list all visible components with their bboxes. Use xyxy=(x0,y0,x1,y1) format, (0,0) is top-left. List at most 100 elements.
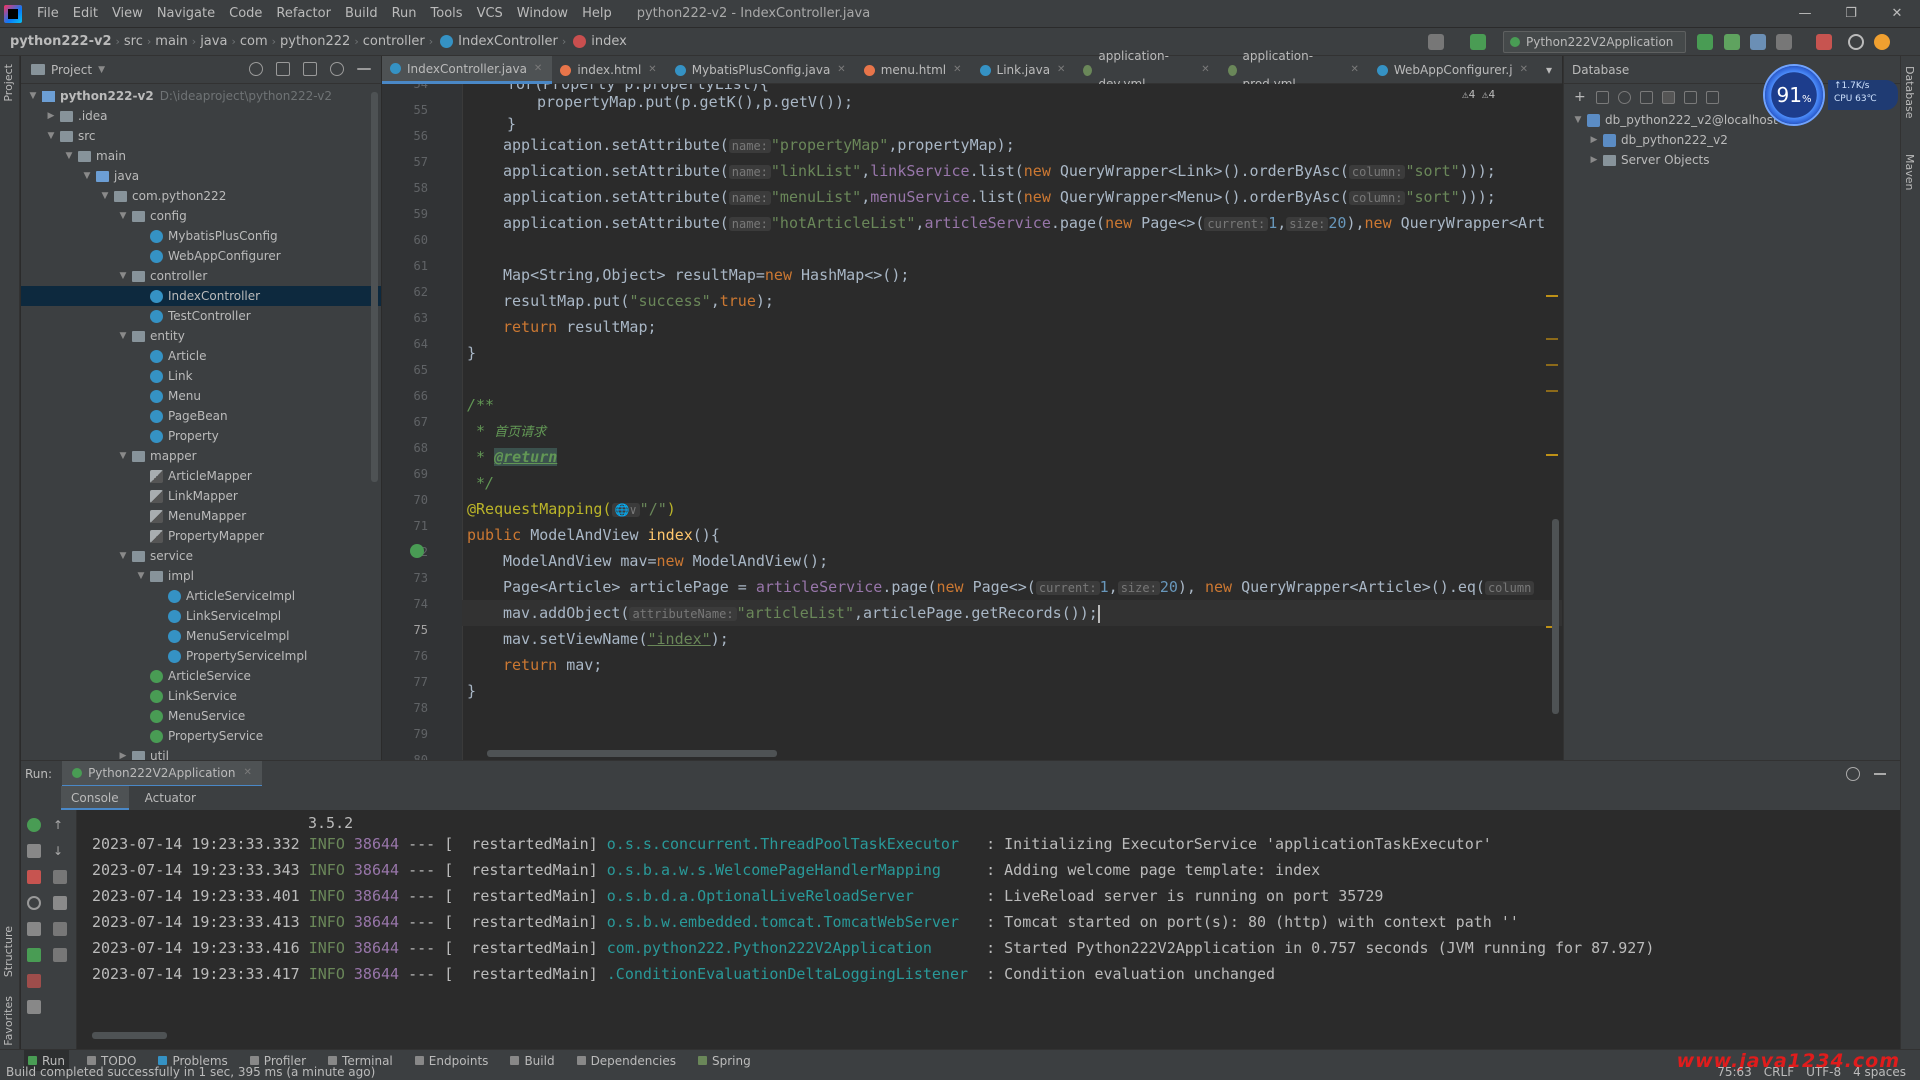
updates-icon[interactable] xyxy=(1874,34,1890,50)
db-item-server-objects[interactable]: ▶ Server Objects xyxy=(1564,150,1900,170)
camera-icon[interactable] xyxy=(27,922,41,936)
close-icon[interactable]: ✕ xyxy=(953,56,961,84)
tree-item-link[interactable]: Link xyxy=(21,366,381,386)
build-hammer-icon[interactable] xyxy=(1470,34,1486,50)
tree-item-articleserviceimpl[interactable]: ArticleServiceImpl xyxy=(21,586,381,606)
breadcrumb-method[interactable]: index xyxy=(566,34,631,49)
arrow-up-icon[interactable]: ↑ xyxy=(53,818,67,832)
tree-item-service[interactable]: ▼ service xyxy=(21,546,381,566)
wrench-icon[interactable] xyxy=(27,844,41,858)
stop-icon[interactable] xyxy=(1662,90,1675,104)
menu-window[interactable]: Window xyxy=(510,0,575,28)
project-panel-title[interactable]: Project xyxy=(51,63,92,77)
run-tab-python222v2application[interactable]: Python222V2Application ✕ xyxy=(62,760,262,787)
chevron-down-icon[interactable]: ▼ xyxy=(117,546,129,566)
rerun-icon[interactable] xyxy=(1697,34,1713,50)
menu-help[interactable]: Help xyxy=(575,0,619,28)
run-method-gutter-icon[interactable] xyxy=(410,544,424,558)
properties-icon[interactable] xyxy=(1640,90,1653,104)
tree-item-linkmapper[interactable]: LinkMapper xyxy=(21,486,381,506)
exit-icon[interactable] xyxy=(27,974,41,988)
chevron-down-icon[interactable]: ▼ xyxy=(117,266,129,286)
close-icon[interactable]: ✕ xyxy=(1057,56,1065,84)
caret-position[interactable]: 75:63 xyxy=(1717,1065,1752,1079)
tree-item-article[interactable]: Article xyxy=(21,346,381,366)
tree-item-menuserviceimpl[interactable]: MenuServiceImpl xyxy=(21,626,381,646)
tree-item-main[interactable]: ▼ main xyxy=(21,146,381,166)
chevron-right-icon[interactable]: ▶ xyxy=(1588,150,1600,170)
editor-tab-index-html[interactable]: index.html ✕ xyxy=(552,56,666,84)
chevron-down-icon[interactable]: ▼ xyxy=(45,126,57,146)
tree-item-pagebean[interactable]: PageBean xyxy=(21,406,381,426)
add-icon[interactable]: + xyxy=(1574,90,1587,104)
restart-icon[interactable] xyxy=(27,896,41,910)
code-editor[interactable]: 5455565758596061626364656667686970717273… xyxy=(382,84,1562,760)
breadcrumb-python222[interactable]: python222 xyxy=(276,34,354,49)
close-icon[interactable]: ✕ xyxy=(1874,0,1920,28)
menu-edit[interactable]: Edit xyxy=(66,0,105,28)
stop-icon[interactable] xyxy=(27,870,41,884)
menu-vcs[interactable]: VCS xyxy=(470,0,510,28)
editor-tab-menu-html[interactable]: menu.html ✕ xyxy=(856,56,972,84)
chevron-right-icon[interactable]: ▶ xyxy=(1588,130,1600,150)
close-icon[interactable]: ✕ xyxy=(534,55,542,83)
favorites-tool-tab[interactable]: Favorites xyxy=(2,996,15,1046)
breadcrumb-src[interactable]: src xyxy=(120,34,147,49)
tree-item-java[interactable]: ▼ java xyxy=(21,166,381,186)
close-icon[interactable]: ✕ xyxy=(1201,56,1209,84)
tree-item-menumapper[interactable]: MenuMapper xyxy=(21,506,381,526)
chevron-down-icon[interactable]: ▼ xyxy=(117,446,129,466)
tree-item-menu[interactable]: Menu xyxy=(21,386,381,406)
soft-wrap-icon[interactable] xyxy=(53,870,67,884)
db-item-db-python222-v2[interactable]: ▶ db_python222_v2 xyxy=(1564,130,1900,150)
rerun-icon[interactable] xyxy=(27,818,41,832)
breadcrumb-controller[interactable]: controller xyxy=(359,34,429,49)
tree-item-com-python222[interactable]: ▼ com.python222 xyxy=(21,186,381,206)
chevron-down-icon[interactable]: ▼ xyxy=(117,326,129,346)
user-icon[interactable] xyxy=(1428,34,1444,50)
line-separator[interactable]: CRLF xyxy=(1764,1065,1794,1079)
tree-item-entity[interactable]: ▼ entity xyxy=(21,326,381,346)
chevron-down-icon[interactable]: ▼ xyxy=(1572,110,1584,130)
tree-item-propertyservice[interactable]: PropertyService xyxy=(21,726,381,746)
minimize-icon[interactable]: — xyxy=(1782,0,1828,28)
db-item-db-python222-v2-localhost[interactable]: ▼ db_python222_v2@localhost xyxy=(1564,110,1900,130)
tree-item-articleservice[interactable]: ArticleService xyxy=(21,666,381,686)
inspection-summary[interactable]: ⚠4 ⚠4 xyxy=(1462,88,1495,101)
tree-item-propertyserviceimpl[interactable]: PropertyServiceImpl xyxy=(21,646,381,666)
profile-icon[interactable] xyxy=(1776,34,1792,50)
update-icon[interactable] xyxy=(27,948,41,962)
tree-item-impl[interactable]: ▼ impl xyxy=(21,566,381,586)
warning-marker[interactable] xyxy=(1546,454,1558,456)
editor-tab-application-prod-yml[interactable]: application-prod.yml✕ xyxy=(1220,49,1369,91)
close-icon[interactable]: ✕ xyxy=(837,56,845,84)
warning-marker[interactable] xyxy=(1546,390,1558,392)
chevron-right-icon[interactable]: ▶ xyxy=(45,106,57,126)
breadcrumb-project[interactable]: python222-v2 xyxy=(0,34,116,49)
database-tool-tab[interactable]: Database xyxy=(1903,66,1916,119)
tab-list-chevron-icon[interactable]: ▾ xyxy=(1538,56,1562,84)
run-configuration-select[interactable]: Python222V2Application xyxy=(1503,31,1686,53)
breadcrumb-com[interactable]: com xyxy=(236,34,272,49)
tree-item-linkserviceimpl[interactable]: LinkServiceImpl xyxy=(21,606,381,626)
menu-tools[interactable]: Tools xyxy=(424,0,470,28)
project-tool-tab[interactable]: Project xyxy=(2,64,15,102)
tool-window-spring[interactable]: Spring xyxy=(694,1050,755,1072)
warning-marker[interactable] xyxy=(1546,338,1558,340)
tab-actuator[interactable]: Actuator xyxy=(135,786,206,810)
debug-icon[interactable] xyxy=(1724,34,1740,50)
breadcrumb-class[interactable]: IndexController xyxy=(433,34,562,49)
tree-item-property[interactable]: Property xyxy=(21,426,381,446)
menu-refactor[interactable]: Refactor xyxy=(269,0,338,28)
refresh-icon[interactable] xyxy=(1618,90,1631,104)
gear-icon[interactable] xyxy=(1846,767,1860,781)
tree-item-src[interactable]: ▼ src xyxy=(21,126,381,146)
tree-item-mybatisplusconfig[interactable]: MybatisPlusConfig xyxy=(21,226,381,246)
tree-item-articlemapper[interactable]: ArticleMapper xyxy=(21,466,381,486)
tool-window-endpoints[interactable]: Endpoints xyxy=(411,1050,493,1072)
tree-item-propertymapper[interactable]: PropertyMapper xyxy=(21,526,381,546)
close-icon[interactable]: ✕ xyxy=(1520,56,1528,84)
copy-icon[interactable] xyxy=(1596,90,1609,104)
tree-item-config[interactable]: ▼ config xyxy=(21,206,381,226)
warning-marker[interactable] xyxy=(1546,295,1558,297)
